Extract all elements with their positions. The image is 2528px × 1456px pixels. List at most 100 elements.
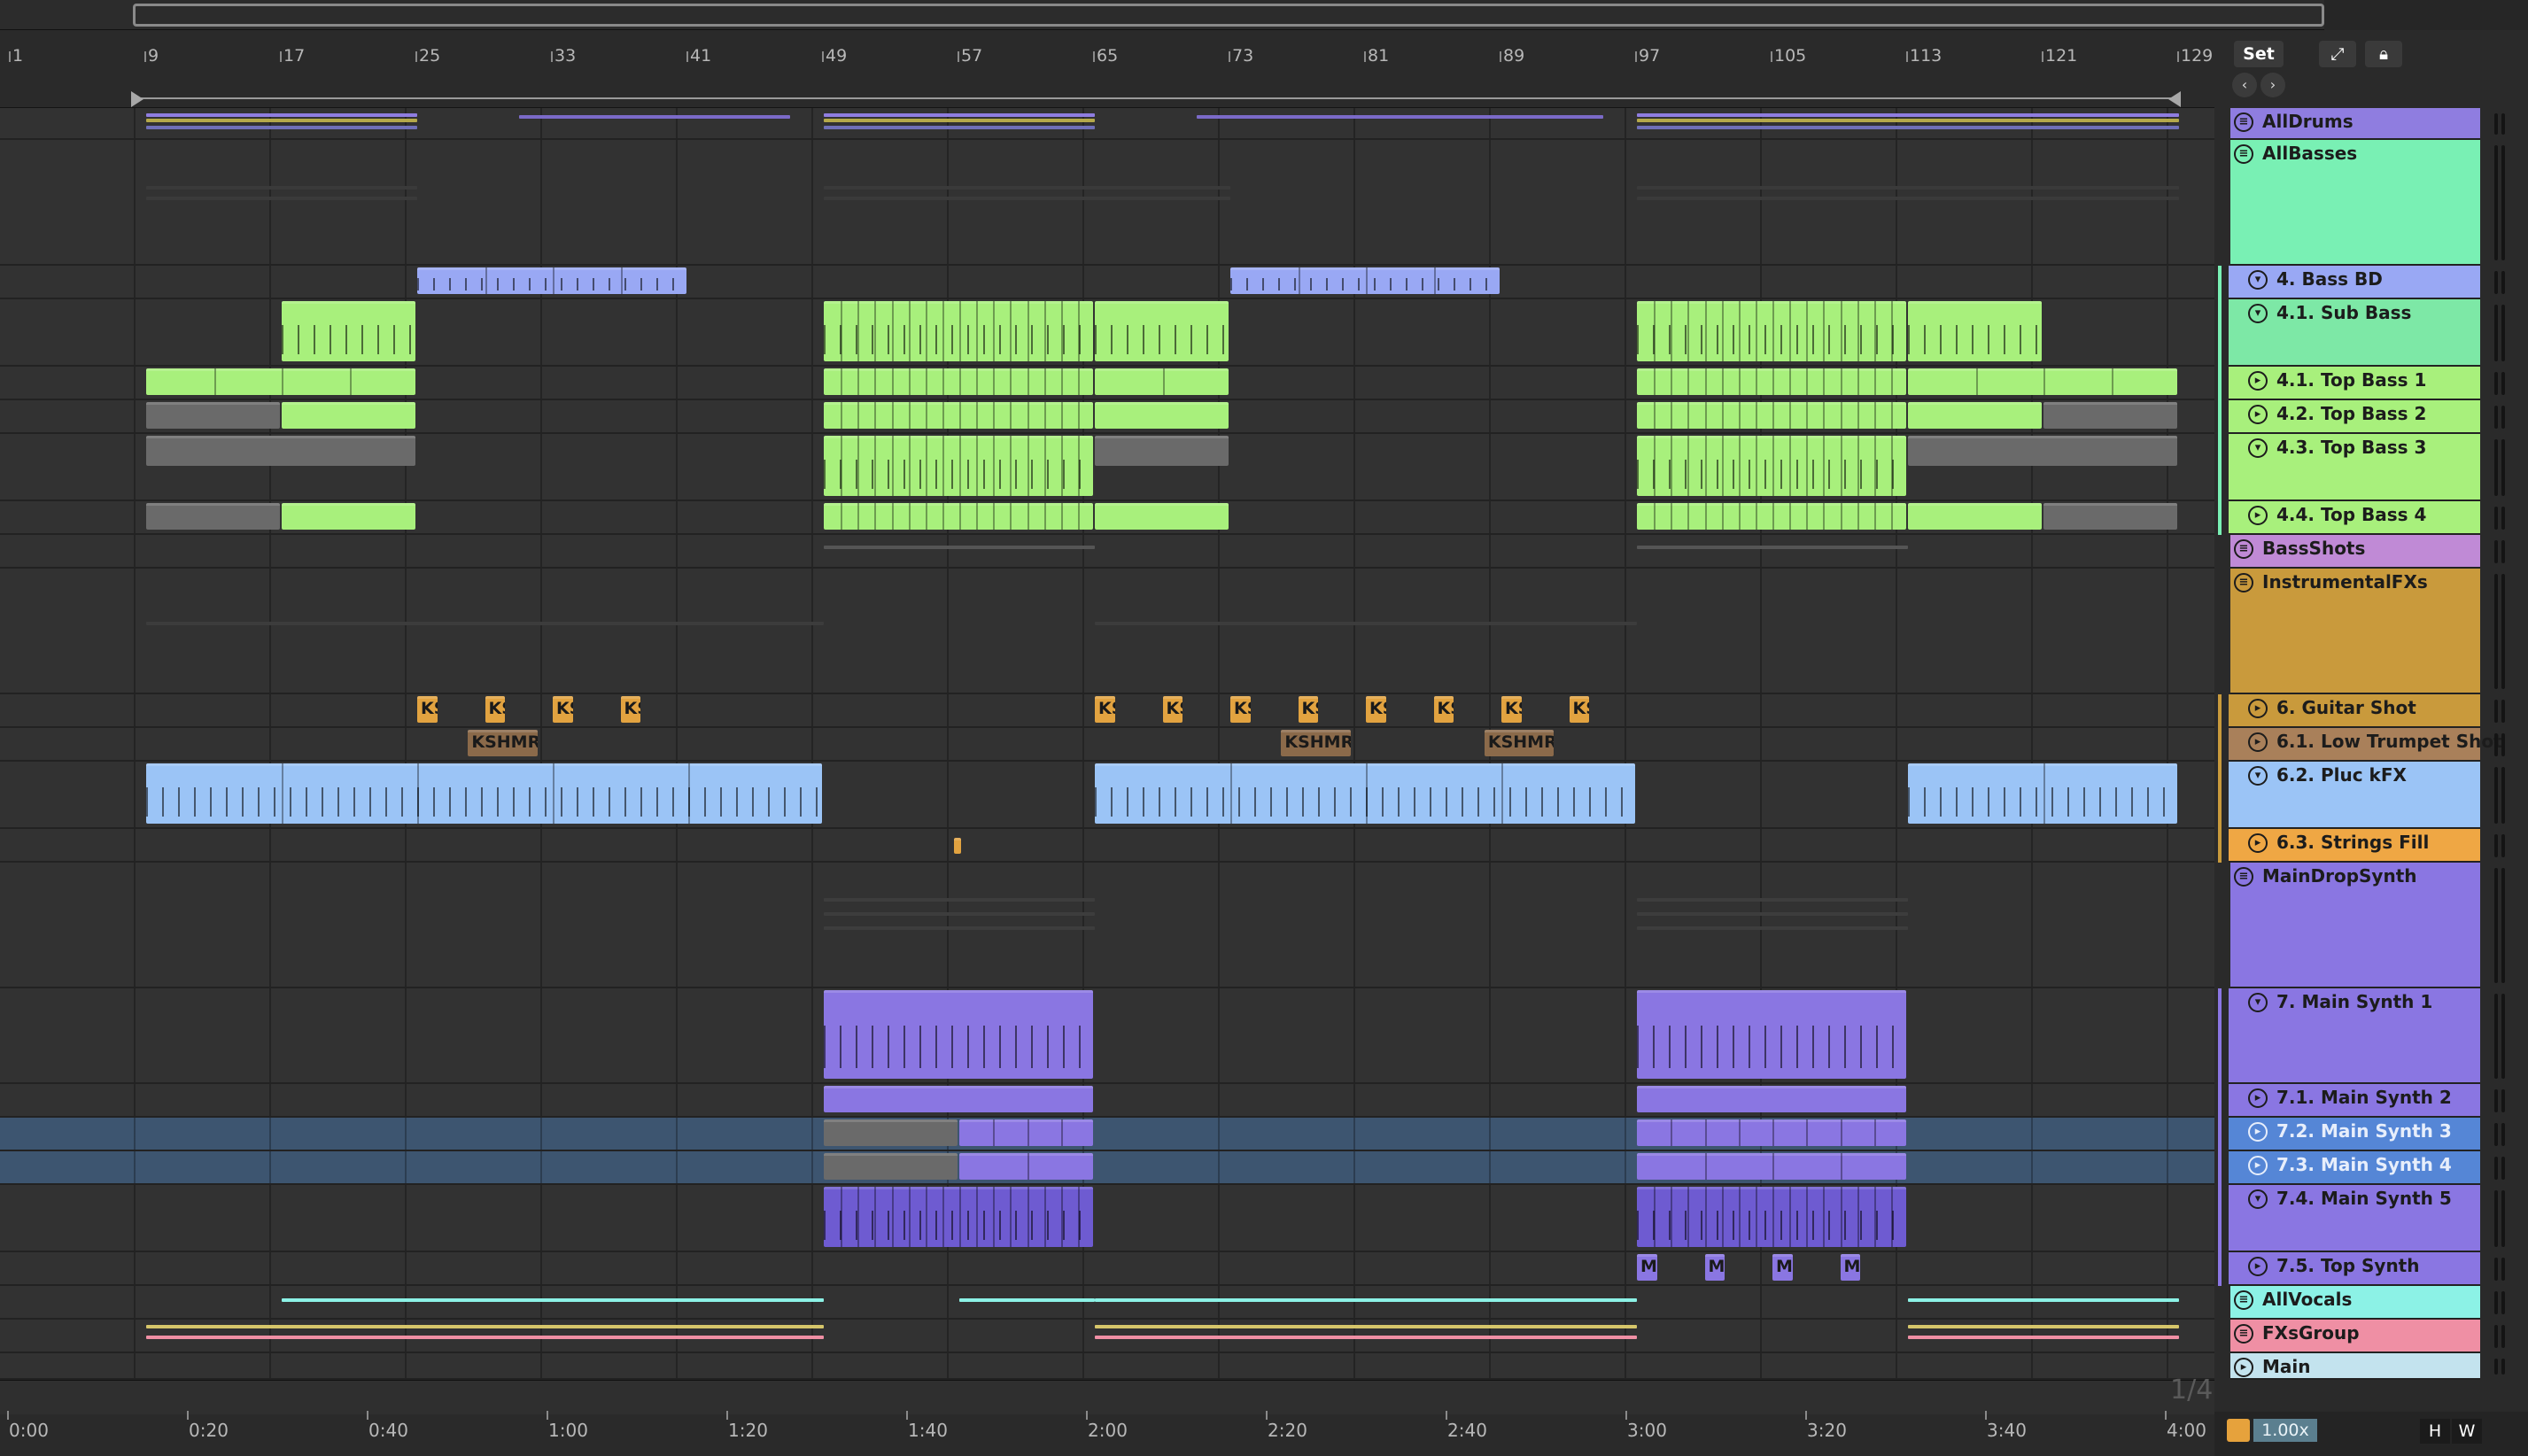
clip[interactable]	[1908, 368, 2177, 395]
group-summary-clip[interactable]	[824, 197, 1230, 200]
track-name[interactable]: 7.1. Main Synth 2	[2276, 1087, 2452, 1108]
group-summary-clip[interactable]	[1637, 186, 2179, 190]
clip[interactable]	[1095, 368, 1229, 395]
group-summary-clip[interactable]	[824, 113, 1095, 117]
track-name[interactable]: 6. Guitar Shot	[2276, 697, 2416, 718]
track-lane[interactable]	[0, 1151, 2214, 1185]
set-button[interactable]: Set	[2234, 41, 2284, 67]
kshmr-clip[interactable]: KSHMR	[1484, 730, 1555, 756]
track-header[interactable]: ≡ AllVocals	[2230, 1286, 2480, 1320]
collapse-track-icon[interactable]: ▸	[2248, 732, 2268, 752]
group-summary-clip[interactable]	[1637, 926, 1908, 930]
track-name[interactable]: 4.1. Top Bass 1	[2276, 369, 2426, 391]
track-name[interactable]: MainDropSynth	[2262, 865, 2417, 887]
group-summary-clip[interactable]	[1637, 113, 2179, 117]
clip[interactable]	[282, 301, 415, 361]
group-summary-clip[interactable]	[146, 1336, 824, 1339]
track-name[interactable]: 4. Bass BD	[2276, 268, 2383, 290]
collapse-track-icon[interactable]: ▸	[2248, 699, 2268, 718]
track-lane[interactable]: KS KS KS KS KS KS KS KS KS KS KS KS	[0, 694, 2214, 728]
track-lane[interactable]	[0, 1185, 2214, 1252]
collapse-track-icon[interactable]: ▸	[2248, 1257, 2268, 1276]
ks-clip[interactable]: KS	[1366, 696, 1386, 723]
m-clip[interactable]: M	[1772, 1254, 1793, 1281]
track-lane[interactable]	[0, 501, 2214, 535]
beat-time-ruler[interactable]: 1 9 17 25 33 41 49 57 65 73 81 89 97 105 113 121 129	[0, 30, 2214, 108]
clip[interactable]	[1637, 990, 1906, 1079]
time-ruler[interactable]: 0:00 0:20 0:40 1:00 1:20 1:40 2:00 2:20 2:40 3:00…	[0, 1380, 2214, 1456]
clip[interactable]	[1908, 301, 2042, 361]
clip[interactable]	[146, 402, 280, 429]
expand-track-icon[interactable]: ▾	[2248, 766, 2268, 786]
collapse-track-icon[interactable]: ▸	[2248, 405, 2268, 424]
track-header[interactable]: ▸ 6.1. Low Trumpet Shot	[2229, 728, 2502, 762]
m-clip[interactable]: M	[1637, 1254, 1657, 1281]
track-lane[interactable]: MMMM	[0, 1252, 2214, 1286]
track-name[interactable]: AllDrums	[2262, 111, 2354, 132]
clip[interactable]	[1637, 503, 1906, 530]
clip[interactable]	[824, 1119, 958, 1146]
group-summary-clip[interactable]	[146, 197, 417, 200]
track-name[interactable]: 6.3. Strings Fill	[2276, 832, 2429, 853]
track-lane[interactable]	[0, 988, 2214, 1084]
track-lane[interactable]	[0, 1286, 2214, 1320]
expand-track-icon[interactable]: ▾	[2248, 438, 2268, 458]
clip[interactable]	[1095, 763, 1635, 824]
h-key-button[interactable]: H	[2420, 1419, 2450, 1444]
expand-track-icon[interactable]: ▾	[2248, 304, 2268, 323]
track-name[interactable]: Main	[2262, 1356, 2311, 1377]
clip[interactable]	[2043, 503, 2177, 530]
group-summary-clip[interactable]	[1908, 1325, 2179, 1328]
group-summary-clip[interactable]	[282, 1298, 824, 1302]
track-header[interactable]: ▸ 7.1. Main Synth 2	[2229, 1084, 2480, 1118]
group-summary-clip[interactable]	[1637, 898, 1908, 902]
zoom-readout[interactable]: 1.00x	[2253, 1419, 2317, 1442]
ks-clip[interactable]: KS	[1501, 696, 1522, 723]
group-summary-clip[interactable]	[824, 126, 1095, 129]
track-header[interactable]: ▾ 4.1. Sub Bass	[2229, 299, 2480, 367]
group-fold-icon[interactable]: ≡	[2234, 1290, 2253, 1310]
clip[interactable]	[1637, 1086, 1906, 1112]
clip[interactable]	[1637, 1187, 1906, 1247]
group-summary-clip[interactable]	[146, 113, 417, 117]
clip[interactable]	[146, 436, 415, 466]
track-lane[interactable]	[0, 762, 2214, 829]
group-summary-clip[interactable]	[146, 622, 824, 625]
scrollbar-track[interactable]	[0, 1381, 2214, 1414]
track-name[interactable]: 4.1. Sub Bass	[2276, 302, 2411, 323]
track-header[interactable]: ▸ 4.1. Top Bass 1	[2229, 367, 2480, 400]
group-summary-clip[interactable]	[146, 126, 417, 129]
track-name[interactable]: 6.1. Low Trumpet Shot	[2276, 731, 2502, 752]
kshmr-clip[interactable]: KSHMR	[468, 730, 538, 756]
clip[interactable]	[1095, 503, 1229, 530]
clip[interactable]	[954, 838, 961, 854]
track-header[interactable]: ≡ InstrumentalFXs	[2230, 569, 2480, 694]
track-header[interactable]: ▸ 7.2. Main Synth 3	[2229, 1118, 2480, 1151]
track-name[interactable]: FXsGroup	[2262, 1322, 2360, 1344]
clip[interactable]	[1637, 368, 1906, 395]
kshmr-clip[interactable]: KSHMR	[1281, 730, 1351, 756]
collapse-track-icon[interactable]: ▸	[2248, 1156, 2268, 1175]
collapse-track-icon[interactable]: ▸	[2248, 833, 2268, 853]
track-name[interactable]: 4.2. Top Bass 2	[2276, 403, 2426, 424]
clip[interactable]	[824, 503, 1093, 530]
loop-start-marker[interactable]	[131, 91, 143, 107]
track-name[interactable]: 7.4. Main Synth 5	[2276, 1188, 2452, 1209]
track-header[interactable]: ▾ 7.4. Main Synth 5	[2229, 1185, 2480, 1252]
w-key-button[interactable]: W	[2452, 1419, 2482, 1444]
expand-track-icon[interactable]: ▾	[2248, 270, 2268, 290]
track-name[interactable]: InstrumentalFXs	[2262, 571, 2428, 592]
group-fold-icon[interactable]: ≡	[2234, 573, 2253, 592]
track-header[interactable]: ▸ 7.3. Main Synth 4	[2229, 1151, 2480, 1185]
group-summary-clip[interactable]	[1095, 622, 1637, 625]
group-summary-clip[interactable]	[824, 119, 1095, 122]
ks-clip[interactable]: KS	[1433, 696, 1454, 723]
track-header[interactable]: ≡ FXsGroup	[2230, 1320, 2480, 1353]
track-name[interactable]: 6.2. Pluc kFX	[2276, 764, 2407, 786]
track-name[interactable]: 7.5. Top Synth	[2276, 1255, 2419, 1276]
track-name[interactable]: 7.3. Main Synth 4	[2276, 1154, 2452, 1175]
clip[interactable]	[146, 503, 280, 530]
collapse-track-icon[interactable]: ▸	[2248, 506, 2268, 525]
clip[interactable]	[1908, 503, 2042, 530]
arrangement-lanes[interactable]: KS KS KS KS KS KS KS KS KS KS KS KS KSHMR KSHMR KSHMR M…	[0, 108, 2214, 1380]
